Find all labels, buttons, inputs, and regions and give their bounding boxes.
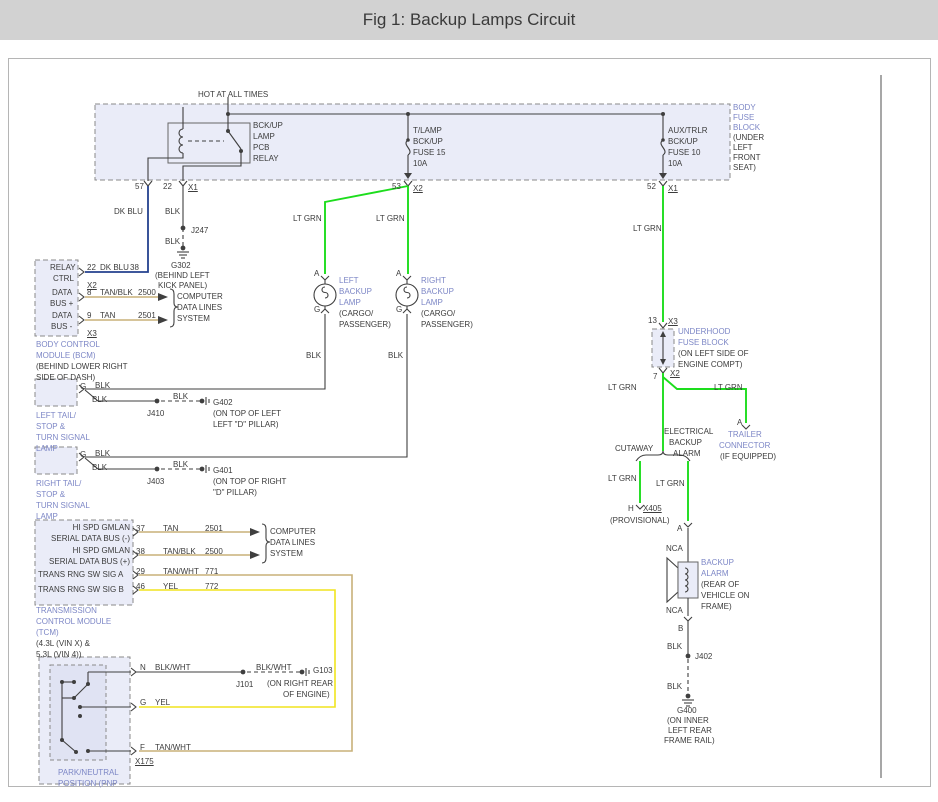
backup-alarm-body (678, 562, 698, 598)
tan-wht-771-loop (139, 575, 352, 751)
trailer-branch (663, 377, 746, 423)
right-backup-lamp-bulb (396, 276, 418, 313)
left-tail-lamp-box (35, 379, 77, 406)
pnp-inner-box (50, 665, 106, 760)
aux-green-circuit (636, 186, 750, 527)
wiring-diagram-page: Fig 1: Backup Lamps Circuit (0, 0, 938, 802)
left-tail-wires (79, 385, 209, 405)
backup-lamp-relay-box (168, 123, 250, 163)
right-tail-lamp-box (35, 447, 77, 474)
circuit-drawing (0, 0, 938, 802)
left-backup-lamp-bulb (314, 276, 336, 313)
yel-772-loop (139, 590, 335, 707)
g103-ground-run (136, 668, 309, 676)
lt-grn-lamp-feeds (325, 186, 408, 274)
right-lamp-blk (85, 314, 407, 457)
bcm-box (35, 260, 78, 336)
connector-chevrons-top (144, 181, 667, 186)
left-lamp-blk (85, 314, 325, 389)
g302-ground-run (177, 186, 189, 258)
tcm-wires (133, 524, 352, 751)
tcm-box (35, 520, 133, 605)
backup-alarm (667, 528, 698, 706)
right-tail-wires (79, 453, 209, 473)
dk-blu-wire (85, 186, 148, 272)
bcm-wires (79, 268, 178, 327)
